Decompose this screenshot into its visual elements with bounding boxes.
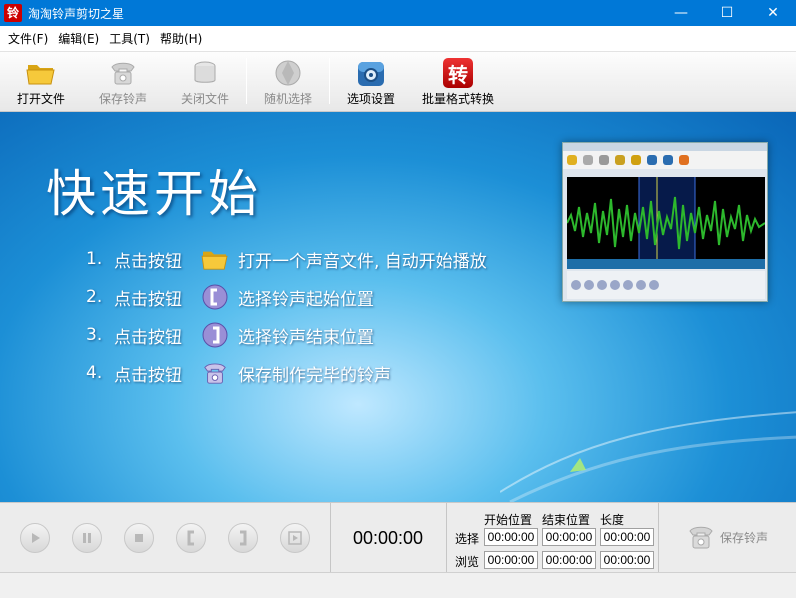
quickstart-title: 快速开始 bbox=[46, 165, 262, 223]
options-button[interactable]: 选项设置 bbox=[330, 52, 412, 110]
header-end: 结束位置 bbox=[542, 513, 591, 527]
close-file-icon bbox=[190, 58, 220, 88]
close-file-button[interactable]: 关闭文件 bbox=[164, 52, 246, 110]
step-3: 3. 点击按钮 选择铃声结束位置 bbox=[86, 320, 374, 350]
row-label-browse: 浏览 bbox=[455, 555, 480, 569]
maximize-button[interactable]: ☐ bbox=[704, 0, 750, 26]
close-button[interactable]: ✕ bbox=[750, 0, 796, 26]
app-icon: 铃 bbox=[4, 4, 22, 22]
waveform-preview bbox=[567, 177, 765, 269]
minimize-button[interactable]: — bbox=[658, 0, 704, 26]
row-label-select: 选择 bbox=[455, 532, 480, 546]
menu-edit[interactable]: 编辑(E) bbox=[54, 30, 103, 47]
step-1: 1. 点击按钮 打开一个声音文件, 自动开始播放 bbox=[86, 244, 487, 274]
settings-icon bbox=[356, 58, 386, 88]
folder-icon bbox=[200, 245, 230, 273]
panel-divider bbox=[658, 503, 659, 573]
save-ringtone-button[interactable]: 保存铃声 bbox=[82, 52, 164, 110]
stop-button[interactable] bbox=[124, 523, 154, 553]
set-start-button[interactable] bbox=[176, 523, 206, 553]
end-bracket-icon bbox=[240, 530, 247, 546]
header-length: 长度 bbox=[600, 513, 625, 527]
dice-icon bbox=[273, 58, 303, 88]
status-bar bbox=[0, 572, 796, 598]
stop-icon bbox=[135, 534, 143, 542]
title-bar: 铃 淘淘铃声剪切之星 — ☐ ✕ bbox=[0, 0, 796, 26]
quickstart-panel: 快速开始 1. 点击按钮 打开一个声音文件, 自动开始播放 2. 点击按钮 选择… bbox=[0, 112, 796, 502]
step-2: 2. 点击按钮 选择铃声起始位置 bbox=[86, 282, 374, 312]
phone-icon bbox=[200, 359, 230, 387]
select-length-field[interactable]: 00:00:00 bbox=[600, 528, 654, 546]
current-time-display: 00:00:00 bbox=[352, 527, 424, 548]
folder-icon bbox=[26, 58, 56, 88]
batch-convert-button[interactable]: 转 批量格式转换 bbox=[412, 52, 504, 110]
play-button[interactable] bbox=[20, 523, 50, 553]
panel-save-button[interactable]: 保存铃声 bbox=[686, 523, 768, 551]
menu-help[interactable]: 帮助(H) bbox=[156, 30, 206, 47]
browse-length-field[interactable]: 00:00:00 bbox=[600, 551, 654, 569]
pause-icon bbox=[83, 533, 91, 543]
play-selection-button[interactable] bbox=[280, 523, 310, 553]
pause-button[interactable] bbox=[72, 523, 102, 553]
menu-file[interactable]: 文件(F) bbox=[4, 30, 52, 47]
start-bracket-icon bbox=[200, 283, 230, 311]
select-end-field[interactable]: 00:00:00 bbox=[542, 528, 596, 546]
window-title: 淘淘铃声剪切之星 bbox=[28, 6, 125, 21]
open-file-button[interactable]: 打开文件 bbox=[0, 52, 82, 110]
panel-divider bbox=[446, 503, 447, 573]
menu-bar: 文件(F) 编辑(E) 工具(T) 帮助(H) bbox=[0, 26, 796, 52]
play-selection-icon bbox=[288, 531, 302, 545]
menu-tools[interactable]: 工具(T) bbox=[105, 30, 154, 47]
start-bracket-icon bbox=[187, 530, 194, 546]
convert-icon: 转 bbox=[443, 58, 473, 88]
phone-icon bbox=[689, 526, 713, 549]
play-icon bbox=[32, 533, 40, 543]
end-bracket-icon bbox=[200, 321, 230, 349]
select-start-field[interactable]: 00:00:00 bbox=[484, 528, 538, 546]
header-start: 开始位置 bbox=[484, 513, 533, 527]
step-4: 4. 点击按钮 保存制作完毕的铃声 bbox=[86, 358, 391, 388]
app-preview-thumbnail bbox=[562, 142, 768, 302]
phone-icon bbox=[108, 58, 138, 88]
set-end-button[interactable] bbox=[228, 523, 258, 553]
browse-end-field[interactable]: 00:00:00 bbox=[542, 551, 596, 569]
toolbar: 打开文件 保存铃声 关闭文件 随机选择 选项设置 转 批量格式转换 bbox=[0, 52, 796, 112]
background-swirl bbox=[500, 411, 796, 502]
browse-start-field[interactable]: 00:00:00 bbox=[484, 551, 538, 569]
control-panel: 00:00:00 开始位置 结束位置 长度 选择 00:00:00 00:00:… bbox=[0, 502, 796, 573]
random-select-button[interactable]: 随机选择 bbox=[247, 52, 329, 110]
panel-save-label: 保存铃声 bbox=[720, 530, 769, 545]
